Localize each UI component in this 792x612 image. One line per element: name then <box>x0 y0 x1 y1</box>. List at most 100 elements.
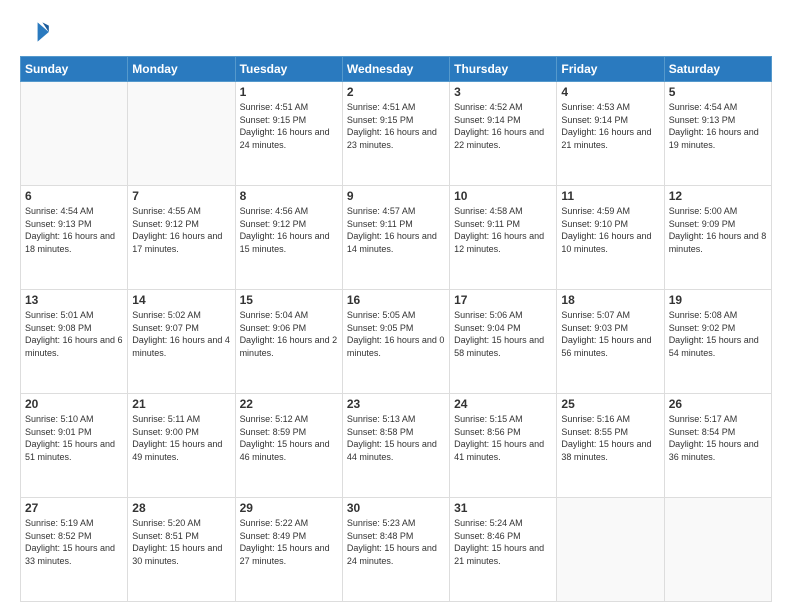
calendar-cell: 31Sunrise: 5:24 AM Sunset: 8:46 PM Dayli… <box>450 498 557 602</box>
day-info: Sunrise: 5:05 AM Sunset: 9:05 PM Dayligh… <box>347 309 445 359</box>
day-info: Sunrise: 5:00 AM Sunset: 9:09 PM Dayligh… <box>669 205 767 255</box>
day-info: Sunrise: 4:58 AM Sunset: 9:11 PM Dayligh… <box>454 205 552 255</box>
day-number: 22 <box>240 397 338 411</box>
day-number: 20 <box>25 397 123 411</box>
weekday-header-cell: Wednesday <box>342 57 449 82</box>
calendar-cell: 5 Sunrise: 4:54 AM Sunset: 9:13 PM Daylig… <box>664 82 771 186</box>
calendar-cell: 12 Sunrise: 5:00 AM Sunset: 9:09 PM Dayli… <box>664 186 771 290</box>
calendar-cell: 9 Sunrise: 4:57 AM Sunset: 9:11 PM Daylig… <box>342 186 449 290</box>
day-info: Sunrise: 5:19 AM Sunset: 8:52 PM Dayligh… <box>25 517 123 567</box>
day-info: Sunrise: 5:10 AM Sunset: 9:01 PM Dayligh… <box>25 413 123 463</box>
day-number: 16 <box>347 293 445 307</box>
day-info: Sunrise: 5:13 AM Sunset: 8:58 PM Dayligh… <box>347 413 445 463</box>
day-number: 6 <box>25 189 123 203</box>
day-number: 18 <box>561 293 659 307</box>
calendar-cell: 21 Sunrise: 5:11 AM Sunset: 9:00 PM Dayli… <box>128 394 235 498</box>
calendar-cell: 24 Sunrise: 5:15 AM Sunset: 8:56 PM Dayli… <box>450 394 557 498</box>
day-info: Sunrise: 4:54 AM Sunset: 9:13 PM Dayligh… <box>669 101 767 151</box>
calendar-cell: 19 Sunrise: 5:08 AM Sunset: 9:02 PM Dayli… <box>664 290 771 394</box>
calendar-cell <box>664 498 771 602</box>
calendar-cell: 16 Sunrise: 5:05 AM Sunset: 9:05 PM Dayli… <box>342 290 449 394</box>
day-number: 28 <box>132 501 230 515</box>
calendar-cell: 25 Sunrise: 5:16 AM Sunset: 8:55 PM Dayli… <box>557 394 664 498</box>
day-number: 2 <box>347 85 445 99</box>
calendar-cell: 22 Sunrise: 5:12 AM Sunset: 8:59 PM Dayli… <box>235 394 342 498</box>
calendar-cell: 26 Sunrise: 5:17 AM Sunset: 8:54 PM Dayli… <box>664 394 771 498</box>
day-number: 19 <box>669 293 767 307</box>
day-info: Sunrise: 5:15 AM Sunset: 8:56 PM Dayligh… <box>454 413 552 463</box>
day-number: 13 <box>25 293 123 307</box>
day-info: Sunrise: 5:20 AM Sunset: 8:51 PM Dayligh… <box>132 517 230 567</box>
calendar-cell: 29 Sunrise: 5:22 AM Sunset: 8:49 PM Dayli… <box>235 498 342 602</box>
calendar-week-row: 1 Sunrise: 4:51 AM Sunset: 9:15 PM Daylig… <box>21 82 772 186</box>
day-info: Sunrise: 5:22 AM Sunset: 8:49 PM Dayligh… <box>240 517 338 567</box>
day-info: Sunrise: 5:11 AM Sunset: 9:00 PM Dayligh… <box>132 413 230 463</box>
day-number: 30 <box>347 501 445 515</box>
day-number: 4 <box>561 85 659 99</box>
calendar-cell: 28 Sunrise: 5:20 AM Sunset: 8:51 PM Dayli… <box>128 498 235 602</box>
day-number: 17 <box>454 293 552 307</box>
weekday-header-cell: Friday <box>557 57 664 82</box>
day-info: Sunrise: 4:59 AM Sunset: 9:10 PM Dayligh… <box>561 205 659 255</box>
day-info: Sunrise: 5:23 AM Sunset: 8:48 PM Dayligh… <box>347 517 445 567</box>
calendar-body: 1 Sunrise: 4:51 AM Sunset: 9:15 PM Daylig… <box>21 82 772 602</box>
day-info: Sunrise: 5:08 AM Sunset: 9:02 PM Dayligh… <box>669 309 767 359</box>
day-info: Sunrise: 5:17 AM Sunset: 8:54 PM Dayligh… <box>669 413 767 463</box>
calendar-cell: 14Sunrise: 5:02 AM Sunset: 9:07 PM Dayli… <box>128 290 235 394</box>
calendar-cell <box>21 82 128 186</box>
day-info: Sunrise: 4:52 AM Sunset: 9:14 PM Dayligh… <box>454 101 552 151</box>
calendar-week-row: 20 Sunrise: 5:10 AM Sunset: 9:01 PM Dayli… <box>21 394 772 498</box>
day-number: 23 <box>347 397 445 411</box>
day-number: 7 <box>132 189 230 203</box>
weekday-header-cell: Monday <box>128 57 235 82</box>
day-info: Sunrise: 5:16 AM Sunset: 8:55 PM Dayligh… <box>561 413 659 463</box>
calendar-week-row: 13 Sunrise: 5:01 AM Sunset: 9:08 PM Dayli… <box>21 290 772 394</box>
day-number: 31 <box>454 501 552 515</box>
weekday-header-cell: Sunday <box>21 57 128 82</box>
weekday-header-cell: Thursday <box>450 57 557 82</box>
logo-icon <box>20 16 52 48</box>
weekday-header-cell: Saturday <box>664 57 771 82</box>
calendar-week-row: 27Sunrise: 5:19 AM Sunset: 8:52 PM Dayli… <box>21 498 772 602</box>
day-info: Sunrise: 4:56 AM Sunset: 9:12 PM Dayligh… <box>240 205 338 255</box>
day-number: 21 <box>132 397 230 411</box>
page: SundayMondayTuesdayWednesdayThursdayFrid… <box>0 0 792 612</box>
calendar-cell: 6 Sunrise: 4:54 AM Sunset: 9:13 PM Daylig… <box>21 186 128 290</box>
day-info: Sunrise: 5:01 AM Sunset: 9:08 PM Dayligh… <box>25 309 123 359</box>
calendar: SundayMondayTuesdayWednesdayThursdayFrid… <box>20 56 772 602</box>
day-number: 25 <box>561 397 659 411</box>
day-number: 9 <box>347 189 445 203</box>
day-number: 29 <box>240 501 338 515</box>
day-info: Sunrise: 4:54 AM Sunset: 9:13 PM Dayligh… <box>25 205 123 255</box>
weekday-header: SundayMondayTuesdayWednesdayThursdayFrid… <box>21 57 772 82</box>
day-number: 11 <box>561 189 659 203</box>
day-number: 5 <box>669 85 767 99</box>
day-info: Sunrise: 4:53 AM Sunset: 9:14 PM Dayligh… <box>561 101 659 151</box>
logo <box>20 16 56 48</box>
day-info: Sunrise: 5:12 AM Sunset: 8:59 PM Dayligh… <box>240 413 338 463</box>
day-info: Sunrise: 4:51 AM Sunset: 9:15 PM Dayligh… <box>240 101 338 151</box>
day-info: Sunrise: 5:04 AM Sunset: 9:06 PM Dayligh… <box>240 309 338 359</box>
header <box>20 16 772 48</box>
day-number: 26 <box>669 397 767 411</box>
day-number: 3 <box>454 85 552 99</box>
calendar-cell <box>557 498 664 602</box>
day-number: 1 <box>240 85 338 99</box>
day-info: Sunrise: 4:57 AM Sunset: 9:11 PM Dayligh… <box>347 205 445 255</box>
calendar-cell: 11 Sunrise: 4:59 AM Sunset: 9:10 PM Dayli… <box>557 186 664 290</box>
calendar-cell: 13 Sunrise: 5:01 AM Sunset: 9:08 PM Dayli… <box>21 290 128 394</box>
day-number: 8 <box>240 189 338 203</box>
calendar-cell: 8 Sunrise: 4:56 AM Sunset: 9:12 PM Daylig… <box>235 186 342 290</box>
day-number: 24 <box>454 397 552 411</box>
day-info: Sunrise: 4:55 AM Sunset: 9:12 PM Dayligh… <box>132 205 230 255</box>
calendar-cell: 27Sunrise: 5:19 AM Sunset: 8:52 PM Dayli… <box>21 498 128 602</box>
calendar-cell: 2Sunrise: 4:51 AM Sunset: 9:15 PM Daylig… <box>342 82 449 186</box>
day-info: Sunrise: 5:02 AM Sunset: 9:07 PM Dayligh… <box>132 309 230 359</box>
calendar-cell: 1 Sunrise: 4:51 AM Sunset: 9:15 PM Daylig… <box>235 82 342 186</box>
calendar-cell <box>128 82 235 186</box>
calendar-cell: 4 Sunrise: 4:53 AM Sunset: 9:14 PM Daylig… <box>557 82 664 186</box>
calendar-cell: 10Sunrise: 4:58 AM Sunset: 9:11 PM Dayli… <box>450 186 557 290</box>
day-number: 12 <box>669 189 767 203</box>
day-info: Sunrise: 5:06 AM Sunset: 9:04 PM Dayligh… <box>454 309 552 359</box>
calendar-cell: 3 Sunrise: 4:52 AM Sunset: 9:14 PM Daylig… <box>450 82 557 186</box>
